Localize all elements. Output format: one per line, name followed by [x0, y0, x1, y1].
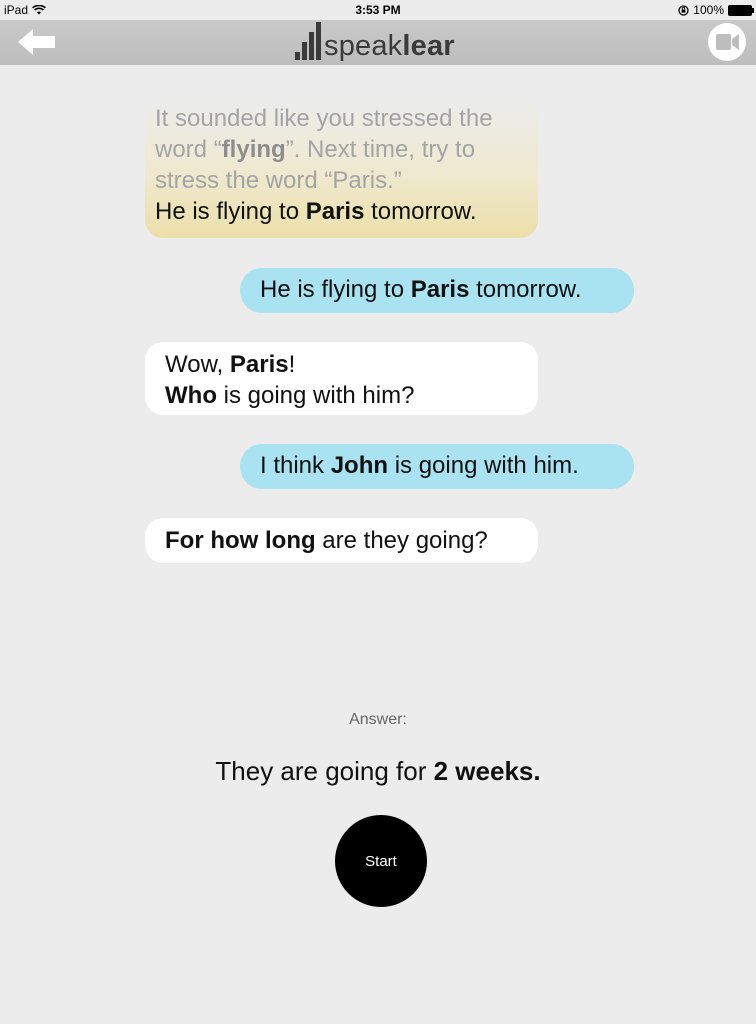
feedback-hint: It sounded like you stressed the word “f… [155, 103, 528, 196]
feedback-sentence-bold: Paris [305, 198, 365, 225]
bot-bubble-line: Who is going with him? [165, 380, 518, 411]
bot-text-post: ! [288, 351, 296, 378]
video-button[interactable] [708, 23, 746, 61]
user-bubble: I think John is going with him. [240, 444, 634, 489]
start-button[interactable]: Start [335, 815, 427, 907]
app-logo: speaklear [295, 21, 455, 63]
logo-bold: lear [402, 30, 455, 62]
back-button[interactable] [16, 26, 58, 58]
battery-icon [728, 4, 754, 16]
logo-light: speak [324, 30, 403, 62]
bot-text-post: are they going? [315, 527, 488, 554]
nav-bar: speaklear [0, 20, 756, 65]
answer-text-pre: They are going for [215, 756, 434, 786]
bot-text-post: is going with him? [216, 382, 415, 409]
bot-bubble: Wow, Paris! Who is going with him? [145, 342, 538, 415]
feedback-bubble: It sounded like you stressed the word “f… [145, 100, 538, 238]
answer-text-bold: 2 weeks. [433, 756, 541, 786]
bot-text-pre: Wow, [165, 351, 230, 378]
video-camera-icon [716, 34, 739, 50]
battery-percent: 100% [693, 3, 724, 17]
bot-bubble-line: Wow, Paris! [165, 349, 518, 380]
user-bubble-text-bold: Paris [410, 276, 470, 303]
bot-bubble: For how long are they going? [145, 518, 538, 563]
feedback-sentence-pre: He is flying to [155, 198, 306, 225]
feedback-sentence: He is flying to Paris tomorrow. [155, 196, 528, 227]
user-bubble: He is flying to Paris tomorrow. [240, 268, 634, 313]
user-bubble-text-pre: He is flying to [260, 276, 411, 303]
start-button-label: Start [365, 852, 397, 870]
answer-label: Answer: [349, 711, 407, 728]
feedback-hint-word: flying [221, 136, 286, 163]
feedback-sentence-post: tomorrow. [364, 198, 477, 225]
user-bubble-text-post: is going with him. [388, 452, 579, 479]
rotation-lock-icon [678, 4, 689, 16]
logo-text: speaklear [324, 29, 455, 63]
status-bar: iPad 3:53 PM 100% [0, 0, 756, 20]
user-bubble-text-bold: John [330, 452, 389, 479]
logo-bars-icon [295, 22, 321, 60]
bot-text-bold: For how long [165, 527, 316, 554]
status-right: 100% [678, 3, 754, 17]
user-bubble-text-pre: I think [260, 452, 331, 479]
user-bubble-text-post: tomorrow. [469, 276, 582, 303]
arrow-left-icon [18, 29, 55, 55]
status-time: 3:53 PM [355, 3, 401, 17]
answer-text: They are going for 2 weeks. [0, 756, 756, 787]
bot-text-bold: Who [165, 382, 217, 409]
bot-text-bold: Paris [229, 351, 289, 378]
